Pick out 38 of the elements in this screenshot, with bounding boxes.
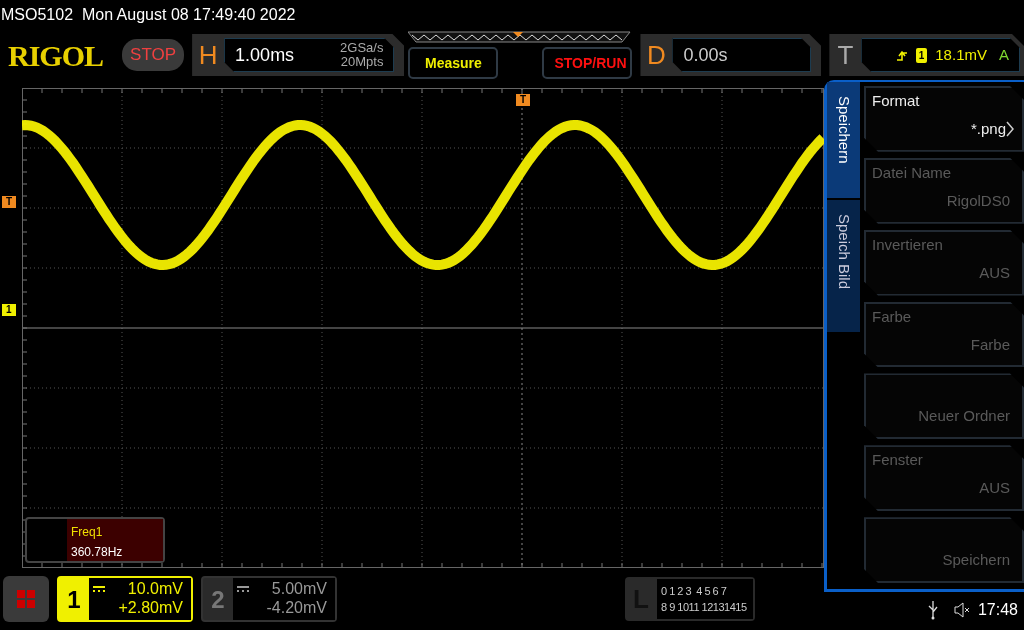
measurement-value: 360.78Hz [71,544,124,561]
grid-icon [17,590,35,608]
delay-panel[interactable]: D 0.00s [640,34,822,76]
trigger-level: 18.1mV [935,44,987,65]
usb-icon [927,600,938,620]
run-state-badge: STOP [122,39,185,71]
trigger-panel[interactable]: T 1 18.1mV A [829,34,1024,76]
source-badge: 1 [915,47,928,63]
channel-index-row-text: 8 9 1011 12131415 [661,600,748,615]
panel-label: T [836,38,855,72]
menu-tab[interactable]: Speich Bild [827,200,860,334]
sample-rate-text: 2GSa/s [340,41,384,55]
channel-marker: 1 [2,304,16,316]
trigger-position-marker: T [516,94,531,106]
rising-edge-icon [895,48,908,62]
channel-button[interactable]: 2 5.00mV -4.20mV [201,576,337,622]
timebase-panel[interactable]: H 1.00ms 2GSa/s 20Mpts [192,34,405,76]
delay-value: 0.00s [683,43,728,67]
stop-run-button[interactable]: STOP/RUN [542,47,633,79]
panel-label: H [197,38,219,72]
speaker-muted-icon [953,602,970,618]
dc-coupling-icon [93,585,105,592]
measure-button[interactable]: Measure [408,47,499,79]
measurement-name: Freq1 [71,524,104,541]
softkey[interactable]: Format *.png [864,86,1024,152]
memory-depth-text: 20Mpts [340,55,384,69]
dc-coupling-icon [237,585,249,592]
menu-button[interactable] [3,576,49,622]
status-title: MSO5102 Mon August 08 17:49:40 2022 [0,5,297,25]
timebase-value: 1.00ms [235,43,296,67]
channel-button[interactable]: 1 10.0mV +2.80mV [57,576,193,622]
trigger-mode: A [999,44,1009,65]
channel-index-row-text: 0 1 2 3 4 5 6 7 [661,584,728,599]
trigger-level-marker: T [2,196,17,208]
logo: RIGOL [8,37,105,74]
panel-label: D [646,38,667,72]
clock-time: 17:48 [977,600,1018,620]
menu-tab[interactable]: Speichern [827,82,860,200]
